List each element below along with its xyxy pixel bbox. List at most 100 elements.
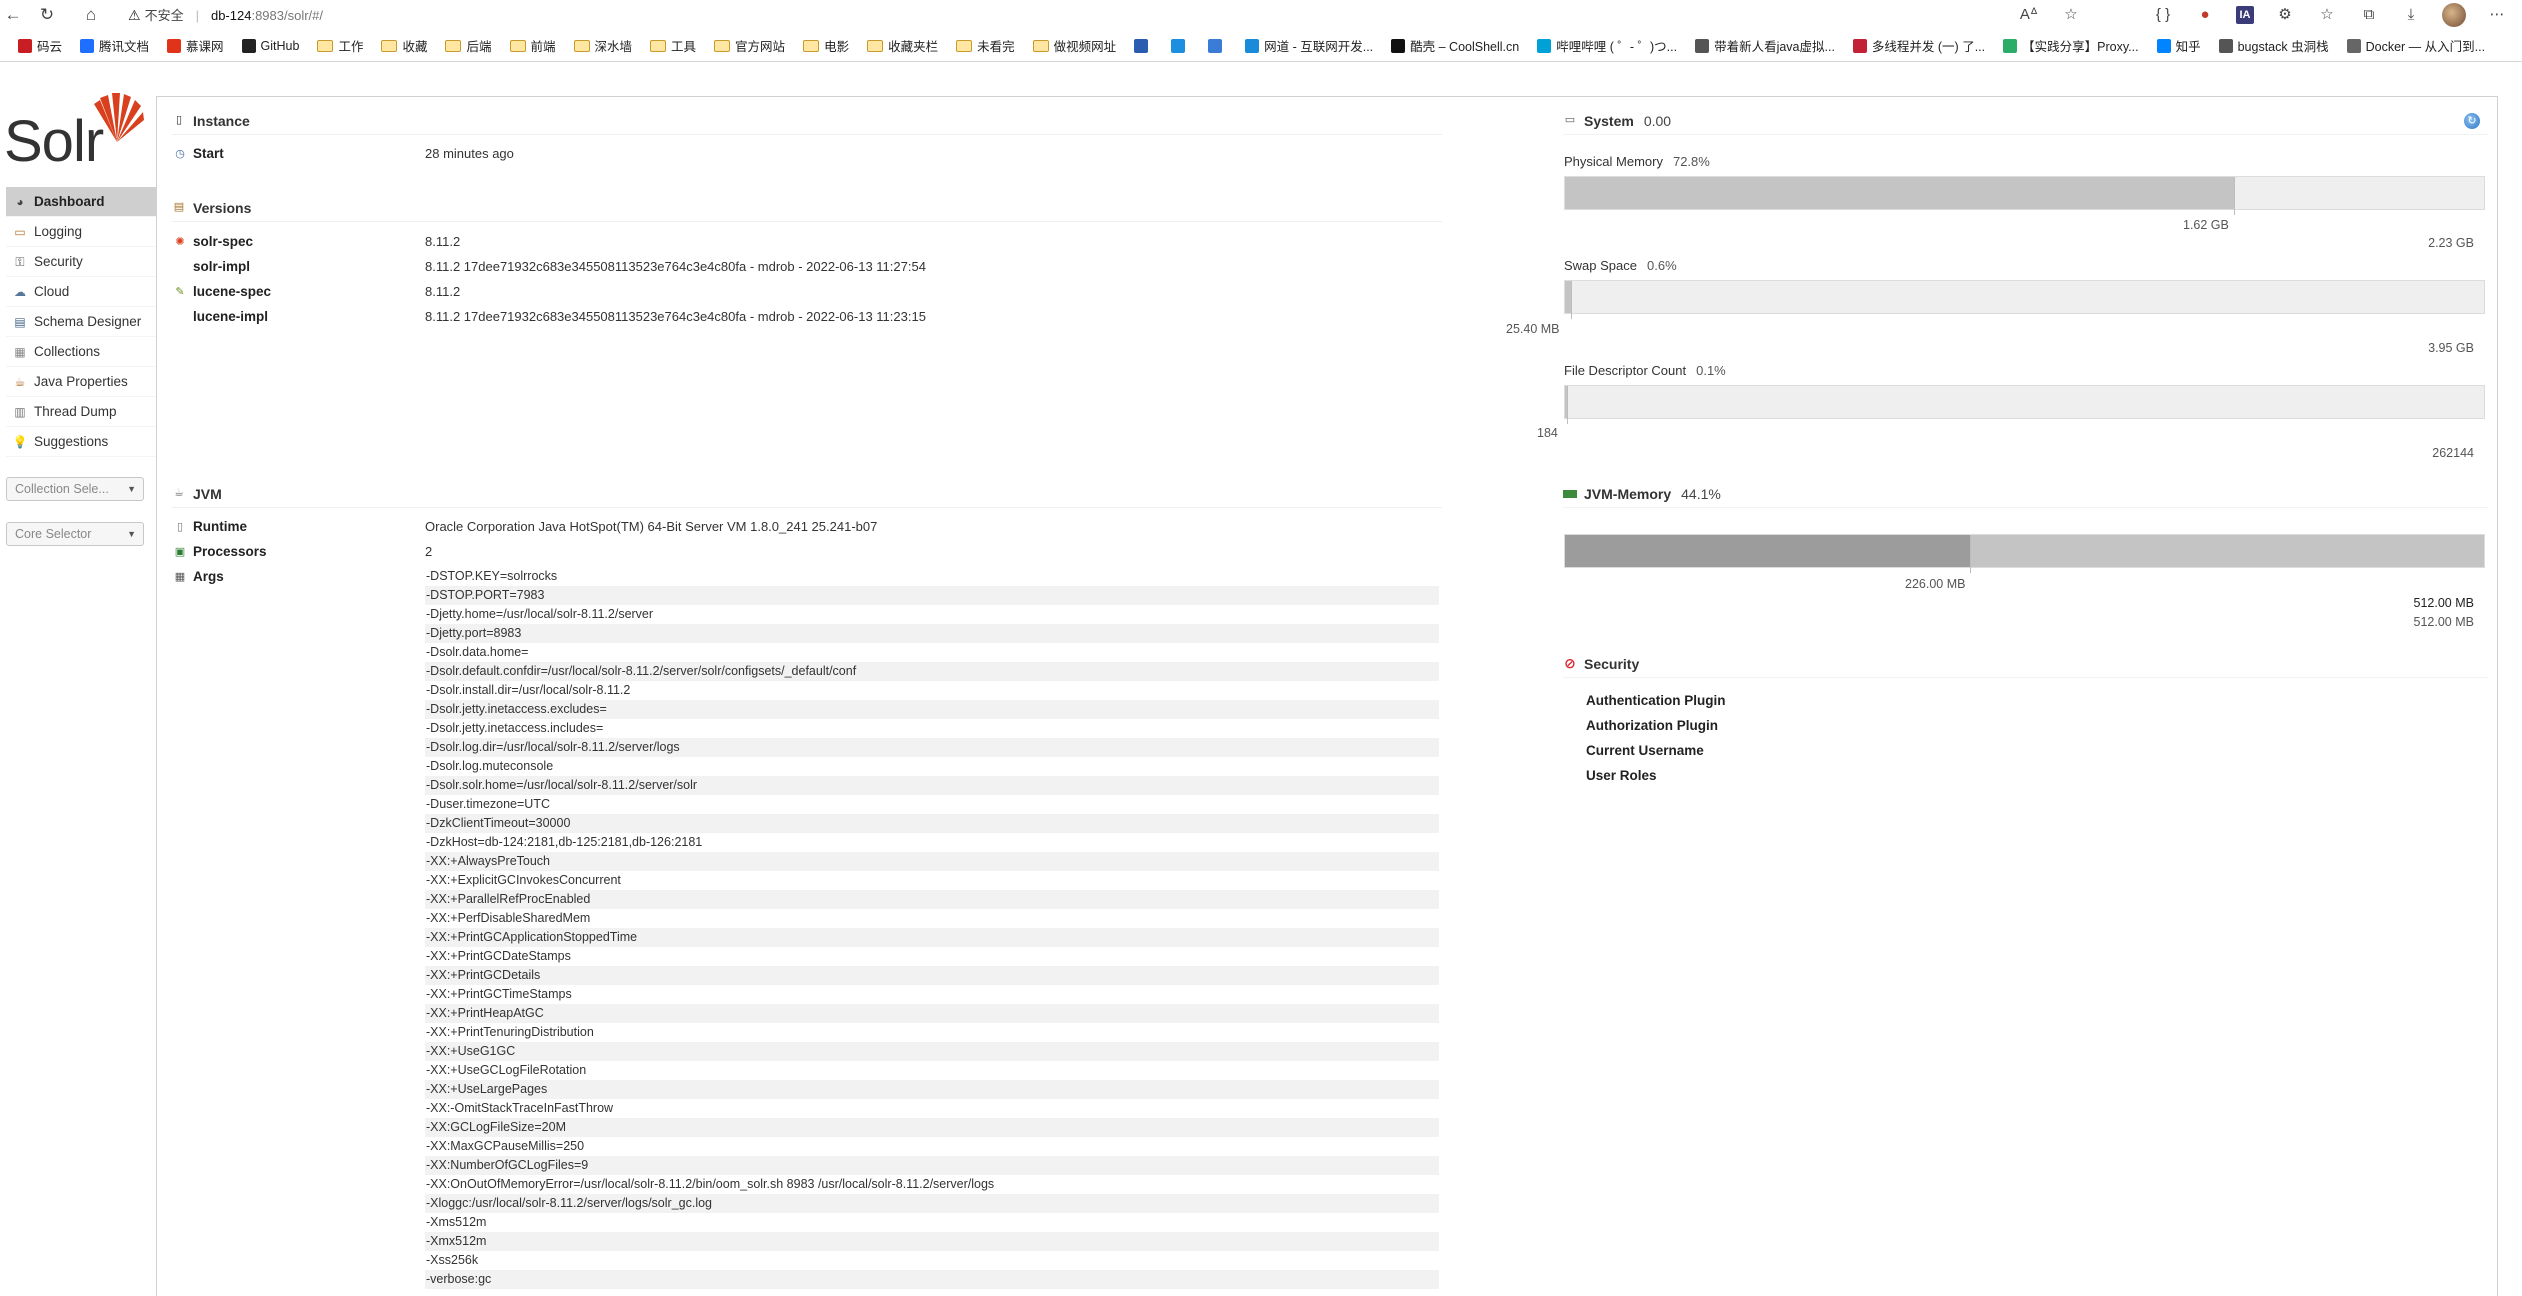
bookmark-item[interactable]: 做视频网址 <box>1032 36 1117 55</box>
bookmark-item[interactable]: 码云 <box>18 36 62 55</box>
jvm-runtime-row: ▯ Runtime Oracle Corporation Java HotSpot… <box>173 516 1443 538</box>
jvm-memory-used-tick <box>1970 535 1971 573</box>
url-separator: | <box>195 8 199 23</box>
bookmark-item[interactable]: 哔哩哔哩 ( ゜- ゜)つ... <box>1537 36 1677 55</box>
swap-space-bar <box>1564 280 2485 319</box>
bookmark-item[interactable]: 多线程并发 (一) 了... <box>1852 36 1986 55</box>
file-descriptor-pct: 0.1% <box>1696 363 1726 378</box>
bookmark-item[interactable] <box>1171 38 1190 53</box>
menu-item-thread-dump[interactable]: ▥ Thread Dump <box>6 397 156 427</box>
menu-item-label: Cloud <box>34 284 70 299</box>
bookmark-item[interactable] <box>1208 38 1227 53</box>
version-key: lucene-spec <box>193 284 272 299</box>
security-key-icon: ⚿ <box>15 254 25 269</box>
refresh-icon[interactable]: ↻ <box>2464 113 2480 129</box>
extension-puzzle-icon[interactable]: ⚙ <box>2274 4 2296 26</box>
solr-logo[interactable]: Solr <box>4 90 144 174</box>
menu-item-suggestions[interactable]: 💡 Suggestions <box>6 427 156 457</box>
bookmarks-bar: 码云 腾讯文档 慕课网 GitHub 工作 收藏 后端 前端 深水墙 工具 官方网站 电影 收藏夹栏 未看… <box>0 30 2522 62</box>
profile-avatar[interactable] <box>2442 3 2466 27</box>
menu-item-schema-designer[interactable]: ▤ Schema Designer <box>6 307 156 337</box>
jvm-arg: -XX:+PerfDisableSharedMem <box>426 911 591 925</box>
bookmark-label: 腾讯文档 <box>99 40 150 54</box>
jvm-arg: -XX:+PrintHeapAtGC <box>425 1004 1439 1023</box>
physical-memory-label: Physical Memory 72.8% <box>1564 154 1710 169</box>
bookmark-item[interactable]: GitHub <box>241 38 299 53</box>
bookmark-item[interactable]: 前端 <box>509 36 556 55</box>
jvm-arg: -XX:+AlwaysPreTouch <box>425 852 1439 871</box>
back-arrow-icon[interactable]: ← <box>0 3 26 27</box>
collections-browser-icon[interactable]: ⧉ <box>2358 4 2380 26</box>
json-extension-icon[interactable]: { } <box>2152 4 2174 26</box>
version-row: lucene-impl 8.11.2 17dee71932c683e345508… <box>173 306 1443 328</box>
jvm-memory-used-fill <box>1565 535 1970 567</box>
menu-item-cloud[interactable]: ☁ Cloud <box>6 277 156 307</box>
jvm-memory-header: JVM-Memory 44.1% <box>1563 480 2488 508</box>
bookmark-label: 官方网站 <box>735 40 786 54</box>
bookmark-item[interactable]: 收藏 <box>381 36 427 55</box>
schema-icon: ▤ <box>14 314 26 329</box>
bookmark-item[interactable]: 网道 - 互联网开发... <box>1245 36 1373 55</box>
extension-red-icon[interactable]: ● <box>2194 4 2216 26</box>
file-descriptor-label: File Descriptor Count 0.1% <box>1564 363 1726 378</box>
download-icon[interactable]: ⤓ <box>2400 4 2422 26</box>
system-monitor-icon: ▭ <box>1564 114 1576 126</box>
security-item: Authentication Plugin <box>1586 693 1726 708</box>
favorites-icon[interactable]: ☆ <box>2316 4 2338 26</box>
folder-icon <box>573 39 590 52</box>
bookmark-item[interactable]: 酷壳 – CoolShell.cn <box>1391 36 1519 55</box>
runtime-value: Oracle Corporation Java HotSpot(TM) 64-B… <box>425 519 878 534</box>
read-aloud-icon[interactable]: Aᐞ <box>2018 4 2040 26</box>
file-descriptor-name: File Descriptor Count <box>1564 363 1687 378</box>
bookmark-item[interactable]: 知乎 <box>2156 36 2201 55</box>
jvm-arg: -XX:+PrintTenuringDistribution <box>426 1025 594 1039</box>
instance-title: Instance <box>193 112 250 129</box>
jvm-arg: -XX:+ExplicitGCInvokesConcurrent <box>426 873 621 887</box>
bookmark-item[interactable]: 工作 <box>317 36 363 55</box>
bookmark-item[interactable]: 工具 <box>650 36 696 55</box>
home-icon[interactable]: ⌂ <box>78 3 104 27</box>
bookmark-label: 多线程并发 (一) 了... <box>1871 40 1986 54</box>
bookmark-item[interactable] <box>1134 38 1153 53</box>
bookmark-item[interactable]: 未看完 <box>956 36 1015 55</box>
jvm-arg: -XX:GCLogFileSize=20M <box>425 1118 1439 1137</box>
url-field[interactable]: ⚠ 不安全 | db-124:8983/solr/#/ <box>128 3 2228 27</box>
menu-item-security[interactable]: ⚿ Security <box>6 247 156 277</box>
core-selector[interactable]: Core Selector ▼ <box>6 522 144 546</box>
bookmark-item[interactable]: 慕课网 <box>167 36 224 55</box>
menu-item-dashboard[interactable]: ◕ Dashboard <box>6 187 156 217</box>
bookmark-item[interactable]: 深水墙 <box>573 36 632 55</box>
menu-item-label: Schema Designer <box>34 314 142 329</box>
bookmark-item[interactable]: Docker — 从入门到... <box>2346 36 2485 55</box>
ia-extension-icon[interactable]: IA <box>2236 6 2254 24</box>
jvm-header: ☕ JVM <box>172 480 1442 508</box>
favorite-star-icon[interactable]: ☆ <box>2060 4 2082 26</box>
bookmark-item[interactable]: 后端 <box>445 36 492 55</box>
bookmark-item[interactable]: 腾讯文档 <box>80 36 149 55</box>
lucene-icon: ✎ <box>175 285 185 298</box>
more-menu-icon[interactable]: ⋯ <box>2486 4 2508 26</box>
bookmark-item[interactable]: 官方网站 <box>714 36 785 55</box>
physical-memory-bar <box>1564 176 2485 215</box>
menu-item-java-properties[interactable]: ☕ Java Properties <box>6 367 156 397</box>
jvm-arg: -DzkHost=db-124:2181,db-125:2181,db-126:… <box>426 835 703 849</box>
reload-icon[interactable]: ↻ <box>34 3 60 27</box>
bookmark-item[interactable]: 带着新人看java虚拟... <box>1695 36 1835 55</box>
collection-selector[interactable]: Collection Sele... ▼ <box>6 477 144 501</box>
bookmark-item[interactable]: 电影 <box>803 36 849 55</box>
bookmark-label: 做视频网址 <box>1053 40 1117 54</box>
bookmark-item[interactable]: bugstack 虫洞栈 <box>2218 36 2329 55</box>
bookmark-label: 工作 <box>338 40 364 54</box>
bookmark-item[interactable]: 【实践分享】Proxy... <box>2003 36 2139 55</box>
jvm-arg: -Dsolr.jetty.inetaccess.includes= <box>426 721 604 735</box>
dashboard-icon: ◕ <box>16 194 24 209</box>
runtime-icon: ▯ <box>176 520 184 533</box>
menu-item-logging[interactable]: ▭ Logging <box>6 217 156 247</box>
bookmark-item[interactable]: 收藏夹栏 <box>867 36 938 55</box>
jvm-arg: -XX:MaxGCPauseMillis=250 <box>426 1139 585 1153</box>
physical-memory-used: 1.62 GB <box>2183 218 2229 232</box>
insecure-label: 不安全 <box>144 8 184 23</box>
menu-item-label: Collections <box>34 344 101 359</box>
menu-item-collections[interactable]: ▦ Collections <box>6 337 156 367</box>
jvm-arg: -XX:+PrintGCApplicationStoppedTime <box>425 928 1439 947</box>
